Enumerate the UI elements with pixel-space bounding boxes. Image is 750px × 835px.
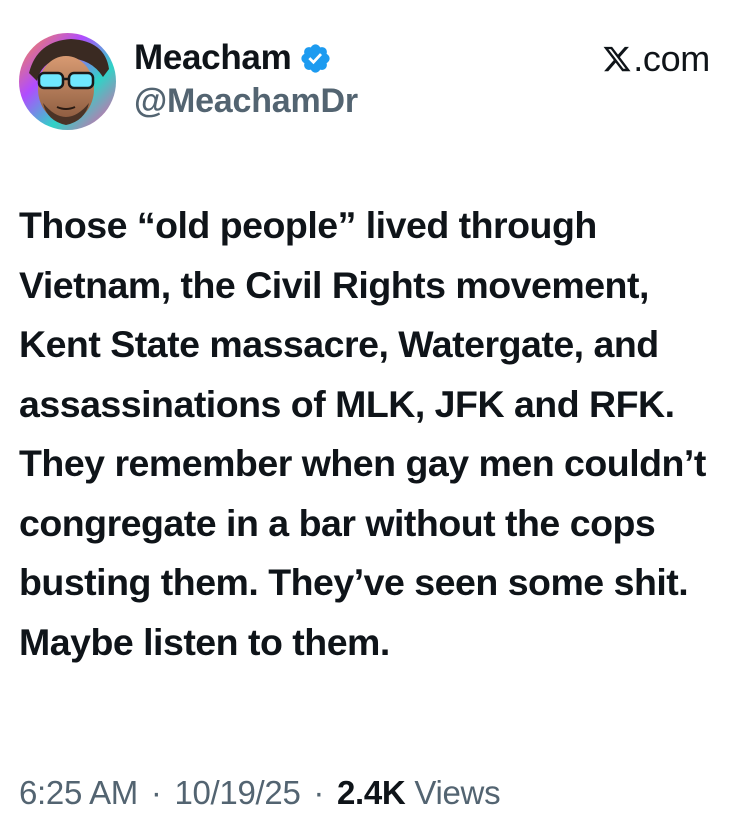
meta-separator: · <box>150 774 162 811</box>
author-name-row: Meacham <box>134 36 332 80</box>
x-logo-icon <box>603 46 631 72</box>
views-count[interactable]: 2.4K <box>337 774 406 811</box>
x-brand: .com <box>602 38 710 80</box>
tweet-body-text: Those “old people” lived through Vietnam… <box>19 204 706 663</box>
brand-domain-label: .com <box>633 38 710 79</box>
tweet-date[interactable]: 10/19/25 <box>174 774 300 811</box>
verified-badge-icon <box>299 42 332 75</box>
tweet-card: Meacham @MeachamDr .com Those “old peopl… <box>0 0 750 835</box>
tweet-time[interactable]: 6:25 AM <box>19 774 138 811</box>
author-display-name[interactable]: Meacham <box>134 38 292 78</box>
views-label: Views <box>414 774 501 811</box>
meta-separator: · <box>313 774 325 811</box>
author-handle[interactable]: @MeachamDr <box>134 82 358 121</box>
tweet-meta-row: 6:25 AM · 10/19/25 · 2.4K Views <box>19 774 501 812</box>
profile-avatar[interactable] <box>19 33 116 130</box>
